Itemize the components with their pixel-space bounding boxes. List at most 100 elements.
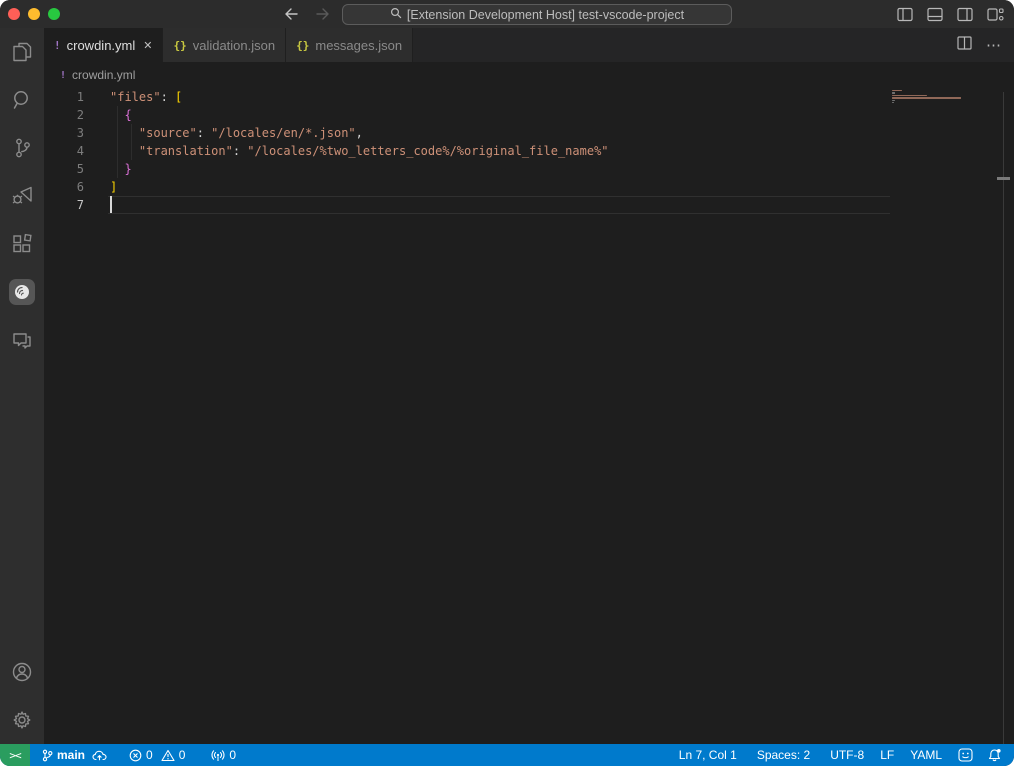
window-title: [Extension Development Host] test-vscode… [407,8,684,22]
indent-guide [117,142,118,160]
code-line[interactable]: 5 } [44,160,1014,178]
command-center-search[interactable]: [Extension Development Host] test-vscode… [342,4,732,25]
tab-label: messages.json [315,38,402,53]
extensions-icon[interactable] [0,220,44,268]
branch-icon [41,749,53,762]
status-bar: >< main 0 0 0 Ln 7, [0,744,1014,766]
line-number[interactable]: 2 [44,106,110,124]
split-editor-icon[interactable] [957,36,972,55]
titlebar: [Extension Development Host] test-vscode… [0,0,1014,28]
window-controls [0,8,60,20]
warnings-count: 0 [179,748,186,762]
ports-count: 0 [229,748,236,762]
notifications-bell-icon[interactable] [980,744,1006,766]
indent-guide [117,124,118,142]
indent-guide [117,160,118,178]
cursor-position: Ln 7, Col 1 [679,748,737,762]
branch-name: main [57,748,85,762]
search-sidebar-icon[interactable] [0,76,44,124]
editor-group: ! crowdin.yml ✕ {} validation.json {} me… [44,28,1014,744]
line-number[interactable]: 3 [44,124,110,142]
minimap-line [892,95,927,96]
code-line[interactable]: 2 { [44,106,1014,124]
encoding-status[interactable]: UTF-8 [823,744,871,766]
source-control-icon[interactable] [0,124,44,172]
toggle-panel-icon[interactable] [927,7,943,22]
branch-status[interactable]: main [34,744,114,766]
comments-icon[interactable] [0,316,44,364]
accounts-icon[interactable] [0,648,44,696]
line-number[interactable]: 6 [44,178,110,196]
indentation-status[interactable]: Spaces: 2 [750,744,817,766]
indent-guide [117,106,118,124]
breadcrumbs[interactable]: ! crowdin.yml [44,62,1014,88]
yaml-file-icon: ! [54,39,61,52]
text-cursor [110,196,112,213]
json-file-icon: {} [296,39,309,52]
remote-indicator[interactable]: >< [0,744,30,766]
vscode-window: [Extension Development Host] test-vscode… [0,0,1014,766]
encoding: UTF-8 [830,748,864,762]
yaml-file-icon: ! [60,70,66,81]
activity-bar [0,28,44,744]
tab-label: validation.json [193,38,275,53]
tab-messages-json[interactable]: {} messages.json [286,28,413,62]
run-debug-icon[interactable] [0,172,44,220]
code-lines[interactable]: 1"files": [2 {3 "source": "/locales/en/*… [44,88,1014,214]
indentation: Spaces: 2 [757,748,810,762]
code-line[interactable]: 7 [44,196,1014,214]
explorer-icon[interactable] [0,28,44,76]
tab-crowdin-yml[interactable]: ! crowdin.yml ✕ [44,28,163,62]
feedback-smiley-icon[interactable] [951,744,980,766]
tab-close-icon[interactable]: ✕ [143,39,152,52]
warnings-icon [161,749,175,762]
minimap-line [892,100,895,101]
line-number[interactable]: 5 [44,160,110,178]
cursor-position-status[interactable]: Ln 7, Col 1 [672,744,744,766]
window-close-button[interactable] [8,8,20,20]
crowdin-extension-icon[interactable] [0,268,44,316]
tab-label: crowdin.yml [67,38,136,53]
current-line-highlight [108,196,890,214]
publish-changes-icon [92,750,107,761]
problems-status[interactable]: 0 0 [122,744,192,766]
code-line[interactable]: 4 "translation": "/locales/%two_letters_… [44,142,1014,160]
line-number[interactable]: 1 [44,88,110,106]
indent-guide [131,124,132,142]
navigate-forward-icon[interactable] [315,7,331,21]
language-mode: YAML [910,748,942,762]
line-number[interactable]: 4 [44,142,110,160]
minimap-line [892,90,902,91]
code-line[interactable]: 1"files": [ [44,88,1014,106]
more-actions-icon[interactable]: ⋯ [986,36,1002,54]
window-zoom-button[interactable] [48,8,60,20]
errors-icon [129,749,142,762]
code-editor[interactable]: 1"files": [2 {3 "source": "/locales/en/*… [44,88,1014,744]
line-number[interactable]: 7 [44,196,110,214]
toggle-secondary-sidebar-icon[interactable] [957,7,973,22]
settings-gear-icon[interactable] [0,696,44,744]
code-line[interactable]: 6] [44,178,1014,196]
overview-ruler-cursor-marker [997,177,1010,180]
indent-guide [131,142,132,160]
minimap[interactable] [892,88,1002,744]
search-icon [390,7,402,22]
minimap-line [892,92,895,93]
toggle-primary-sidebar-icon[interactable] [897,7,913,22]
language-mode-status[interactable]: YAML [903,744,949,766]
radio-tower-icon [211,749,225,762]
breadcrumb-file[interactable]: crowdin.yml [72,68,135,82]
window-minimize-button[interactable] [28,8,40,20]
errors-count: 0 [146,748,153,762]
crowdin-logo [9,279,35,305]
tab-validation-json[interactable]: {} validation.json [163,28,286,62]
customize-layout-icon[interactable] [987,7,1004,22]
eol-status[interactable]: LF [873,744,901,766]
tab-bar: ! crowdin.yml ✕ {} validation.json {} me… [44,28,1014,62]
ports-status[interactable]: 0 [204,744,243,766]
json-file-icon: {} [173,39,186,52]
overview-ruler[interactable] [1003,92,1004,744]
eol: LF [880,748,894,762]
navigate-back-icon[interactable] [283,7,299,21]
code-line[interactable]: 3 "source": "/locales/en/*.json", [44,124,1014,142]
